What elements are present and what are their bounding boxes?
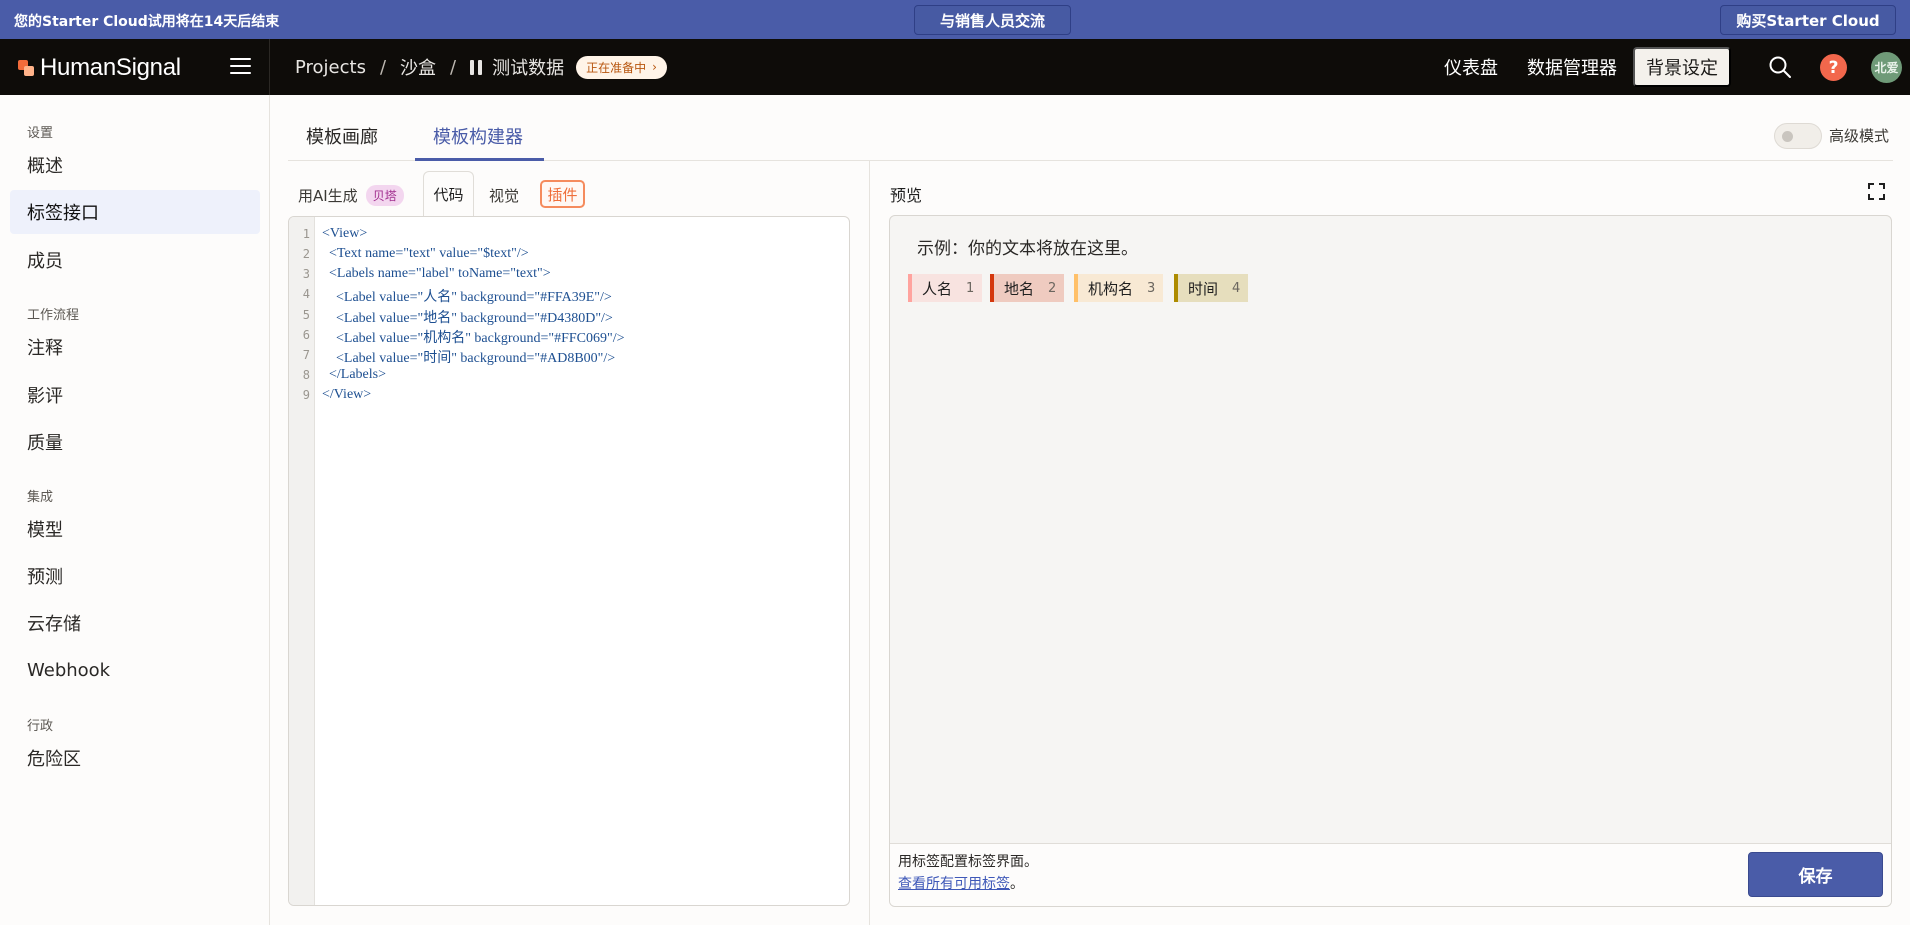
save-button[interactable]: 保存 bbox=[1748, 852, 1883, 897]
hamburger-menu-icon[interactable] bbox=[230, 58, 251, 74]
toggle-knob bbox=[1782, 131, 1793, 142]
app-header: HumanSignal Projects / 沙盒 / 测试数据 正在准备中 ›… bbox=[0, 39, 1910, 95]
sidebar-item-labeling-interface[interactable]: 标签接口 bbox=[10, 190, 260, 234]
sidebar-item-cloud-storage[interactable]: 云存储 bbox=[10, 601, 260, 645]
label-chip[interactable]: 时间 4 bbox=[1174, 274, 1249, 302]
trial-text: 您的Starter Cloud试用将在14天后结束 bbox=[14, 14, 280, 30]
breadcrumb-separator: / bbox=[450, 56, 457, 78]
tab-code[interactable]: 代码 bbox=[423, 171, 474, 216]
code-line[interactable]: <Label value="人名" background="#FFA39E"/> bbox=[322, 286, 612, 306]
code-editor[interactable]: 1 2 3 4 5 6 7 8 9 <View> <Text name="tex… bbox=[288, 216, 850, 906]
line-number: 3 bbox=[302, 267, 310, 281]
avatar[interactable]: 北爱 bbox=[1871, 52, 1902, 83]
breadcrumb-projects[interactable]: Projects bbox=[295, 57, 366, 78]
breadcrumb-workspace[interactable]: 沙盒 bbox=[400, 54, 436, 80]
logo-text: HumanSignal bbox=[40, 54, 181, 81]
sidebar-group-integrations: 集成 bbox=[27, 490, 54, 505]
trial-banner: 您的Starter Cloud试用将在14天后结束 与销售人员交流 购买Star… bbox=[0, 0, 1910, 39]
line-number: 8 bbox=[302, 368, 310, 382]
sidebar-item-overview[interactable]: 概述 bbox=[10, 143, 260, 187]
sidebar-item-members[interactable]: 成员 bbox=[10, 238, 260, 282]
project-status-badge[interactable]: 正在准备中 › bbox=[576, 55, 667, 79]
tab-visual[interactable]: 视觉 bbox=[489, 185, 519, 206]
label-hotkey: 4 bbox=[1232, 280, 1241, 296]
settings-button[interactable]: 背景设定 bbox=[1633, 47, 1731, 87]
humansignal-logo[interactable]: HumanSignal bbox=[18, 54, 181, 82]
line-number: 2 bbox=[302, 247, 310, 261]
project-status-text: 正在准备中 bbox=[586, 60, 647, 75]
preview-footer: 用标签配置标签界面。 查看所有可用标签。 保存 bbox=[890, 843, 1891, 906]
line-number: 4 bbox=[302, 287, 310, 301]
footer-period: 。 bbox=[1010, 876, 1024, 892]
nav-data-manager[interactable]: 数据管理器 bbox=[1527, 39, 1617, 95]
code-line[interactable]: <Label value="机构名" background="#FFC069"/… bbox=[322, 327, 625, 347]
footer-help-text: 用标签配置标签界面。 查看所有可用标签。 bbox=[898, 851, 1038, 895]
preview-title: 预览 bbox=[890, 186, 923, 205]
tab-plugins[interactable]: 插件 bbox=[540, 180, 585, 208]
code-line[interactable]: <Label value="时间" background="#AD8B00"/> bbox=[322, 347, 615, 367]
settings-sidebar: 设置 概述 标签接口 成员 工作流程 注释 影评 质量 集成 模型 预测 云存储… bbox=[0, 95, 270, 925]
active-tab-indicator bbox=[415, 158, 544, 161]
breadcrumb-separator: / bbox=[379, 56, 387, 78]
label-hotkey: 2 bbox=[1048, 280, 1057, 296]
all-tags-link[interactable]: 查看所有可用标签 bbox=[898, 876, 1010, 892]
line-number: 7 bbox=[302, 348, 310, 362]
buy-starter-cloud-button[interactable]: 购买Starter Cloud bbox=[1720, 5, 1896, 35]
beta-badge: 贝塔 bbox=[365, 185, 404, 206]
code-line[interactable]: </View> bbox=[322, 387, 371, 403]
code-line[interactable]: </Labels> bbox=[322, 367, 386, 383]
nav-dashboard[interactable]: 仪表盘 bbox=[1444, 39, 1498, 95]
line-number: 5 bbox=[302, 308, 310, 322]
tab-ai-generate[interactable]: 用AI生成 贝塔 bbox=[298, 185, 404, 206]
fullscreen-icon[interactable] bbox=[1868, 183, 1885, 200]
advanced-mode-toggle[interactable] bbox=[1774, 123, 1822, 149]
talk-to-sales-button[interactable]: 与销售人员交流 bbox=[914, 5, 1071, 35]
line-number: 6 bbox=[302, 328, 310, 342]
footer-line-2: 查看所有可用标签。 bbox=[898, 873, 1038, 895]
preview-sample-text: 示例：你的文本将放在这里。 bbox=[917, 239, 1138, 259]
preview-panel: 示例：你的文本将放在这里。 人名 1 地名 2 机构名 3 时间 4 用标签配置… bbox=[889, 215, 1892, 907]
label-name: 地名 bbox=[1004, 279, 1035, 298]
label-name: 人名 bbox=[922, 279, 953, 298]
label-name: 机构名 bbox=[1088, 279, 1134, 298]
label-chip[interactable]: 地名 2 bbox=[990, 274, 1065, 302]
advanced-mode-label: 高级模式 bbox=[1829, 127, 1890, 145]
help-icon[interactable]: ? bbox=[1820, 54, 1847, 81]
code-line[interactable]: <Label value="地名" background="#D4380D"/> bbox=[322, 307, 613, 327]
pane-divider[interactable] bbox=[869, 161, 870, 925]
code-line[interactable]: <Text name="text" value="$text"/> bbox=[322, 246, 529, 262]
label-chip[interactable]: 机构名 3 bbox=[1074, 274, 1164, 302]
label-name: 时间 bbox=[1188, 279, 1219, 298]
template-tabs: 模板画廊 模板构建器 高级模式 bbox=[288, 95, 1893, 161]
label-chip[interactable]: 人名 1 bbox=[908, 274, 983, 302]
sidebar-item-quality[interactable]: 质量 bbox=[10, 420, 260, 464]
code-line[interactable]: <Labels name="label" toName="text"> bbox=[322, 266, 551, 282]
sidebar-item-reviews[interactable]: 影评 bbox=[10, 373, 260, 417]
tab-template-builder[interactable]: 模板构建器 bbox=[433, 123, 523, 149]
breadcrumb-project[interactable]: 测试数据 bbox=[492, 54, 564, 80]
line-number: 1 bbox=[302, 227, 310, 241]
header-divider bbox=[269, 39, 270, 95]
search-icon[interactable] bbox=[1768, 55, 1792, 79]
label-hotkey: 3 bbox=[1147, 280, 1156, 296]
sidebar-group-settings: 设置 bbox=[27, 126, 54, 141]
sidebar-item-model[interactable]: 模型 bbox=[10, 507, 260, 551]
sidebar-item-annotation[interactable]: 注释 bbox=[10, 325, 260, 369]
sidebar-group-workflow: 工作流程 bbox=[27, 308, 80, 323]
sidebar-item-webhook[interactable]: Webhook bbox=[10, 648, 260, 692]
sidebar-item-predictions[interactable]: 预测 bbox=[10, 554, 260, 598]
ai-generate-label: 用AI生成 bbox=[298, 187, 358, 205]
logo-mark-icon bbox=[18, 60, 34, 76]
sidebar-group-admin: 行政 bbox=[27, 719, 54, 734]
footer-line: 用标签配置标签界面。 bbox=[898, 854, 1038, 870]
line-number: 9 bbox=[302, 388, 310, 402]
label-hotkey: 1 bbox=[966, 280, 975, 296]
breadcrumb: Projects / 沙盒 / 测试数据 正在准备中 › bbox=[295, 39, 667, 95]
chevron-right-icon: › bbox=[652, 60, 657, 74]
sidebar-item-danger-zone[interactable]: 危险区 bbox=[10, 736, 260, 780]
tab-template-gallery[interactable]: 模板画廊 bbox=[306, 123, 378, 149]
pause-icon bbox=[470, 59, 483, 75]
code-line[interactable]: <View> bbox=[322, 226, 367, 242]
